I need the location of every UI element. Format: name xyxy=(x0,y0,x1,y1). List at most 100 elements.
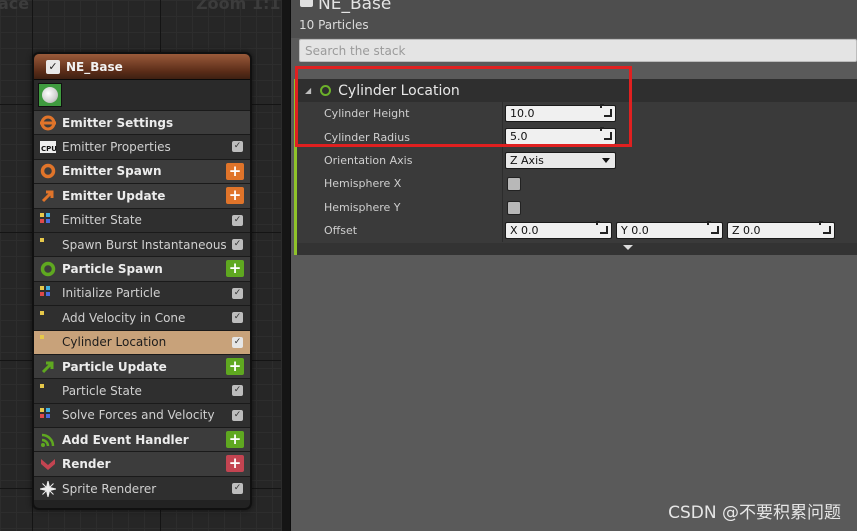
stack-section-particle-update[interactable]: Particle Update + xyxy=(34,353,250,379)
row-label: Particle State xyxy=(62,383,142,398)
cpu-icon: CPU xyxy=(38,137,58,157)
cylinder-radius-input[interactable]: 5.0 xyxy=(505,127,616,146)
add-module-button[interactable]: + xyxy=(226,357,244,375)
stack-module-initialize-particle[interactable]: Initialize Particle ✓ xyxy=(34,280,250,306)
emitter-update-icon xyxy=(38,186,58,206)
thumbnail-row xyxy=(34,80,250,110)
sprite-icon xyxy=(38,479,58,499)
param-label: Hemisphere X xyxy=(324,177,402,191)
param-label: Cylinder Radius xyxy=(324,130,410,144)
row-label: Particle Spawn xyxy=(62,262,163,277)
node-header[interactable]: ✓ NE_Base xyxy=(34,54,250,80)
add-module-button[interactable]: + xyxy=(226,431,244,449)
emitter-node[interactable]: ✓ NE_Base Emitter Settings CPU Emitter Pro… xyxy=(32,52,252,510)
stack-module-solve-forces-and-velocity[interactable]: Solve Forces and Velocity ✓ xyxy=(34,402,250,428)
module-enabled-checkbox[interactable]: ✓ xyxy=(232,385,243,397)
row-label: Cylinder Location xyxy=(62,335,167,350)
offset-y-input[interactable]: Y 0.0 xyxy=(616,220,723,239)
module-enabled-checkbox[interactable]: ✓ xyxy=(232,238,243,250)
stack-module-cylinder-location[interactable]: Cylinder Location ✓ xyxy=(34,329,250,354)
drag-handle-icon xyxy=(707,220,719,234)
row-label: Emitter State xyxy=(62,213,142,228)
render-icon xyxy=(38,454,58,474)
offset-x-input[interactable]: X 0.0 xyxy=(505,220,612,239)
drag-handle-icon xyxy=(819,220,831,234)
cylinder-height-input[interactable]: 10.0 xyxy=(505,104,616,122)
cylinder-height-value: 10.0 xyxy=(510,107,535,120)
module-title: Cylinder Location xyxy=(338,82,460,99)
module-enabled-checkbox[interactable]: ✓ xyxy=(232,287,243,299)
row-label: Particle Update xyxy=(62,359,167,374)
param-row-hemisphere-x: Hemisphere X xyxy=(297,172,857,196)
offset-x-value: X 0.0 xyxy=(510,223,539,237)
row-label: Emitter Update xyxy=(62,188,166,203)
graph-canvas[interactable]: ace Zoom 1:1 ✓ NE_Base Emitter Settings C… xyxy=(0,0,281,531)
stack-module-particle-state[interactable]: Particle State ✓ xyxy=(34,378,250,403)
emitter-thumbnail[interactable] xyxy=(38,83,62,107)
stack-module-spawn-burst-instantaneous[interactable]: Spawn Burst Instantaneous ✓ xyxy=(34,231,250,257)
watermark: CSDN @不要积累问题 xyxy=(668,503,841,523)
add-module-button[interactable]: + xyxy=(226,187,244,205)
drag-handle-icon xyxy=(600,104,612,117)
zoom-label: Zoom 1:1 xyxy=(196,0,281,13)
emitter-spawn-icon xyxy=(38,161,58,181)
module-enabled-checkbox[interactable]: ✓ xyxy=(232,482,243,494)
row-label: Spawn Burst Instantaneous xyxy=(62,237,227,252)
row-label: Emitter Properties xyxy=(62,140,171,155)
collapse-arrow-icon[interactable]: ◢ xyxy=(305,86,311,95)
emitter-settings-icon xyxy=(38,113,58,133)
search-input[interactable] xyxy=(299,39,857,62)
expand-advanced-bar[interactable] xyxy=(297,243,857,255)
param-row-orientation-axis: Orientation Axis Z Axis xyxy=(297,148,857,173)
svg-text:CPU: CPU xyxy=(41,145,57,153)
chevron-down-icon xyxy=(602,157,610,163)
stack-section-emitter-update[interactable]: Emitter Update + xyxy=(34,183,250,208)
add-module-button[interactable]: + xyxy=(226,455,244,473)
module-enabled-checkbox[interactable]: ✓ xyxy=(232,214,243,226)
selection-panel: NE_Base 10 Particles ◢ Cylinder Location… xyxy=(291,0,857,531)
row-label: Add Velocity in Cone xyxy=(62,310,186,325)
cylinder-radius-value: 5.0 xyxy=(510,130,528,144)
emitter-name: NE_Base xyxy=(318,0,392,14)
offset-z-input[interactable]: Z 0.0 xyxy=(727,220,835,239)
module-enabled-checkbox[interactable]: ✓ xyxy=(232,312,243,324)
stack-module-emitter-state[interactable]: Emitter State ✓ xyxy=(34,207,250,232)
panel-header: NE_Base 10 Particles xyxy=(291,0,857,38)
panel-splitter[interactable] xyxy=(281,0,291,531)
orientation-axis-dropdown[interactable]: Z Axis xyxy=(505,151,616,169)
stack-section-render[interactable]: Render + xyxy=(34,451,250,476)
add-module-button[interactable]: + xyxy=(226,162,244,180)
module-dot-icon xyxy=(38,332,58,352)
module-header[interactable]: ◢ Cylinder Location xyxy=(297,79,857,102)
emitter-enabled-checkbox[interactable]: ✓ xyxy=(46,59,60,74)
graph-corner-text: ace xyxy=(0,0,30,13)
stack-section-add-event-handler[interactable]: Add Event Handler + xyxy=(34,427,250,452)
particle-count: 10 Particles xyxy=(299,18,369,32)
expand-down-icon xyxy=(623,245,633,250)
row-label: Render xyxy=(62,457,111,472)
hemisphere-x-checkbox[interactable] xyxy=(507,177,521,192)
node-stack-list: Emitter Settings CPU Emitter Properties ✓ Em… xyxy=(34,110,250,501)
stack-section-emitter-settings[interactable]: Emitter Settings xyxy=(34,110,250,135)
param-label: Cylinder Height xyxy=(324,107,410,121)
row-label: Emitter Settings xyxy=(62,115,174,130)
module-enabled-checkbox[interactable]: ✓ xyxy=(232,409,243,421)
row-label: Sprite Renderer xyxy=(62,481,157,496)
module-dot-icon xyxy=(38,381,58,401)
add-module-button[interactable]: + xyxy=(226,260,244,278)
stack-module-sprite-renderer[interactable]: Sprite Renderer ✓ xyxy=(34,475,250,501)
param-row-offset: Offset X 0.0 Y 0.0 Z 0.0 xyxy=(297,218,857,243)
param-row-hemisphere-y: Hemisphere Y xyxy=(297,195,857,219)
module-dots-icon xyxy=(38,405,58,425)
row-label: Emitter Spawn xyxy=(62,164,162,179)
emitter-header-checkbox[interactable] xyxy=(300,0,313,7)
stack-section-particle-spawn[interactable]: Particle Spawn + xyxy=(34,256,250,281)
stack-module-add-velocity-in-cone[interactable]: Add Velocity in Cone ✓ xyxy=(34,305,250,330)
stack-section-emitter-spawn[interactable]: Emitter Spawn + xyxy=(34,158,250,184)
module-dot-icon xyxy=(38,235,58,255)
stack-module-emitter-properties[interactable]: CPU Emitter Properties ✓ xyxy=(34,134,250,159)
module-ring-icon xyxy=(320,85,332,96)
hemisphere-y-checkbox[interactable] xyxy=(507,200,521,215)
module-enabled-checkbox[interactable]: ✓ xyxy=(232,336,243,348)
module-enabled-checkbox[interactable]: ✓ xyxy=(232,141,243,153)
